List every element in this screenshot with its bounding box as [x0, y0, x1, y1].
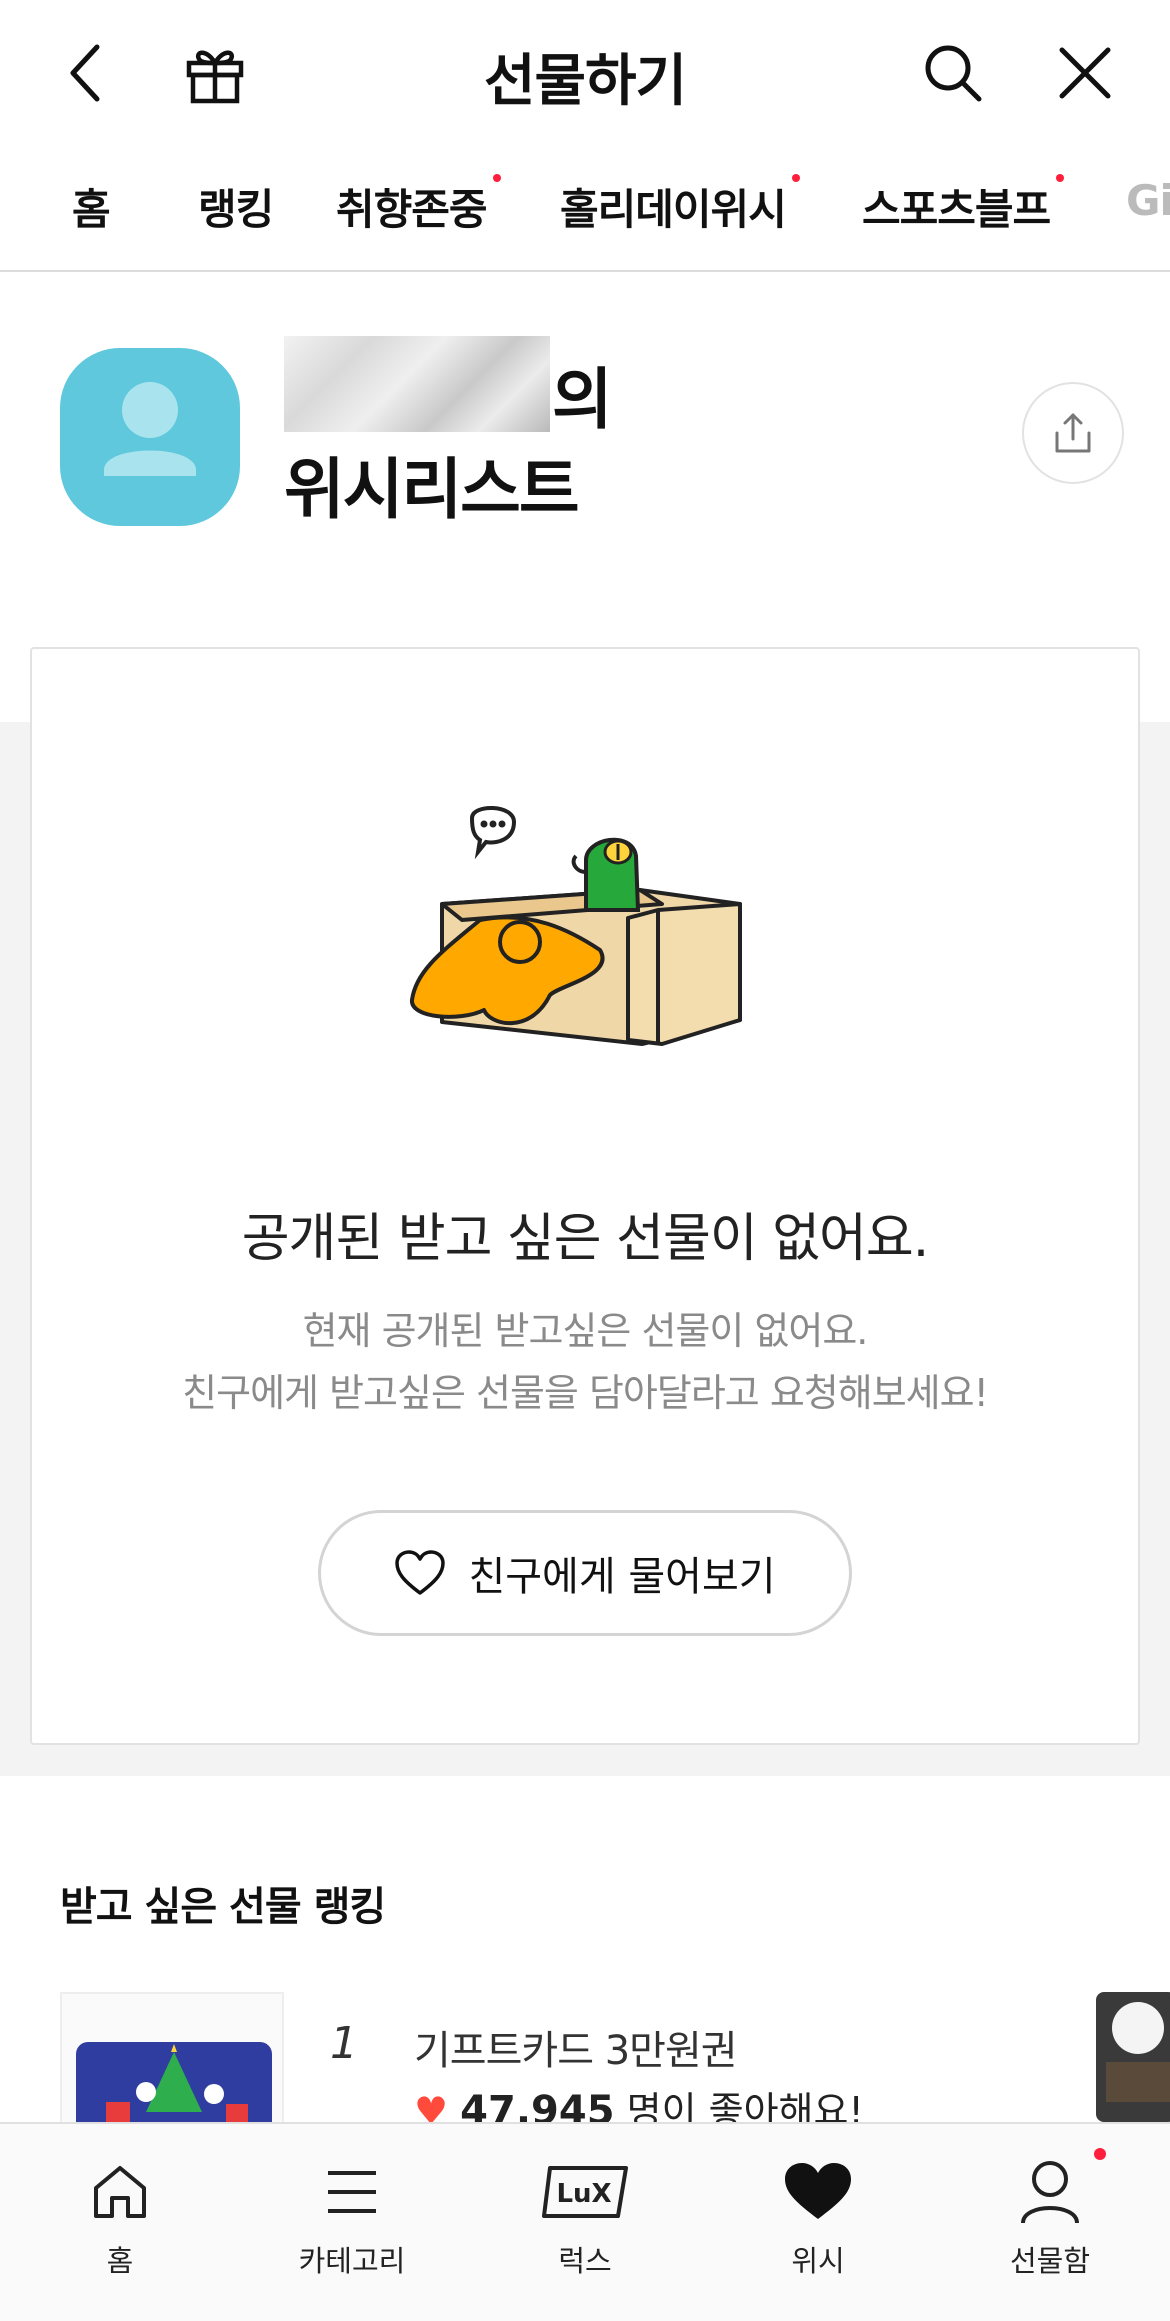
category-tabs: 홈 랭킹 취향존중 홀리데이위시 스포츠블프 Gi [0, 150, 1170, 272]
nav-label: 카테고리 [298, 2244, 406, 2278]
nav-label: 선물함 [1009, 2244, 1091, 2278]
nav-lux[interactable]: LuX 럭스 [505, 2154, 665, 2280]
tab-ranking[interactable]: 랭킹 [198, 176, 274, 237]
tab-taste[interactable]: 취향존중 [336, 174, 501, 237]
search-icon[interactable] [918, 38, 988, 108]
ask-friend-button[interactable]: 친구에게 물어보기 [318, 1510, 852, 1636]
ask-friend-label: 친구에게 물어보기 [468, 1554, 776, 1600]
close-icon[interactable] [1050, 38, 1120, 108]
share-button[interactable] [1022, 382, 1124, 484]
share-icon [1055, 413, 1091, 453]
tab-label: 취향존중 [336, 185, 488, 234]
rank-number: 1 [330, 2018, 358, 2069]
gift-card-image [76, 2042, 272, 2130]
empty-state-description: 현재 공개된 받고싶은 선물이 없어요. 친구에게 받고싶은 선물을 담아달라고… [0, 1300, 1170, 1424]
lux-icon: LuX [505, 2154, 665, 2230]
wishlist-title-text: 위시리스트 [284, 451, 580, 528]
heart-icon [738, 2154, 898, 2230]
blurred-username [284, 336, 550, 432]
bottom-navigation: 홈 카테고리 LuX 럭스 위시 선물함 [0, 2122, 1170, 2321]
person-icon [970, 2154, 1130, 2230]
avatar [60, 348, 240, 526]
ranking-heading: 받고 싶은 선물 랭킹 [60, 1884, 386, 1930]
new-dot [791, 174, 800, 182]
nav-label: 위시 [791, 2244, 845, 2278]
nav-category[interactable]: 카테고리 [272, 2154, 432, 2280]
tab-gift[interactable]: Gi [1126, 176, 1170, 225]
tab-holiday-wish[interactable]: 홀리데이위시 [560, 174, 800, 237]
top-bar: 선물하기 [0, 0, 1170, 148]
tab-label: 홈 [72, 185, 111, 234]
speech-bubble-icon [469, 805, 517, 860]
product-thumbnail[interactable] [60, 1992, 284, 2132]
tab-label: 랭킹 [198, 185, 274, 234]
wishlist-title: 위시리스트 [284, 436, 584, 538]
menu-icon [272, 2154, 432, 2230]
nav-home[interactable]: 홈 [40, 2154, 200, 2280]
name-suffix: 의 [552, 361, 613, 438]
notification-dot [1094, 2148, 1106, 2160]
empty-box-character-illustration [410, 805, 742, 1046]
tab-home[interactable]: 홈 [72, 176, 111, 237]
empty-desc-line: 현재 공개된 받고싶은 선물이 없어요. [302, 1309, 869, 1353]
tab-label: 스포츠블프 [862, 185, 1051, 234]
home-icon [40, 2154, 200, 2230]
next-product-thumbnail[interactable] [1096, 1992, 1170, 2122]
tab-label: 홀리데이위시 [560, 185, 787, 234]
person-silhouette-icon [104, 382, 196, 476]
product-name[interactable]: 기프트카드 3만원권 [414, 2018, 738, 2076]
empty-desc-line: 친구에게 받고싶은 선물을 담아달라고 요청해보세요! [182, 1371, 989, 1415]
tab-label: Gi [1126, 176, 1170, 225]
new-dot [492, 174, 501, 182]
heart-outline-icon [395, 1550, 446, 1595]
page-title: 선물하기 [483, 49, 687, 114]
empty-state-title: 공개된 받고 싶은 선물이 없어요. [241, 1209, 930, 1269]
new-dot [1056, 174, 1065, 182]
svg-text:LuX: LuX [556, 2179, 611, 2209]
nav-gift-box[interactable]: 선물함 [970, 2154, 1130, 2280]
nav-wish[interactable]: 위시 [738, 2154, 898, 2280]
nav-label: 럭스 [558, 2244, 612, 2278]
nav-label: 홈 [106, 2244, 134, 2278]
tab-sports-black-friday[interactable]: 스포츠블프 [862, 174, 1065, 237]
